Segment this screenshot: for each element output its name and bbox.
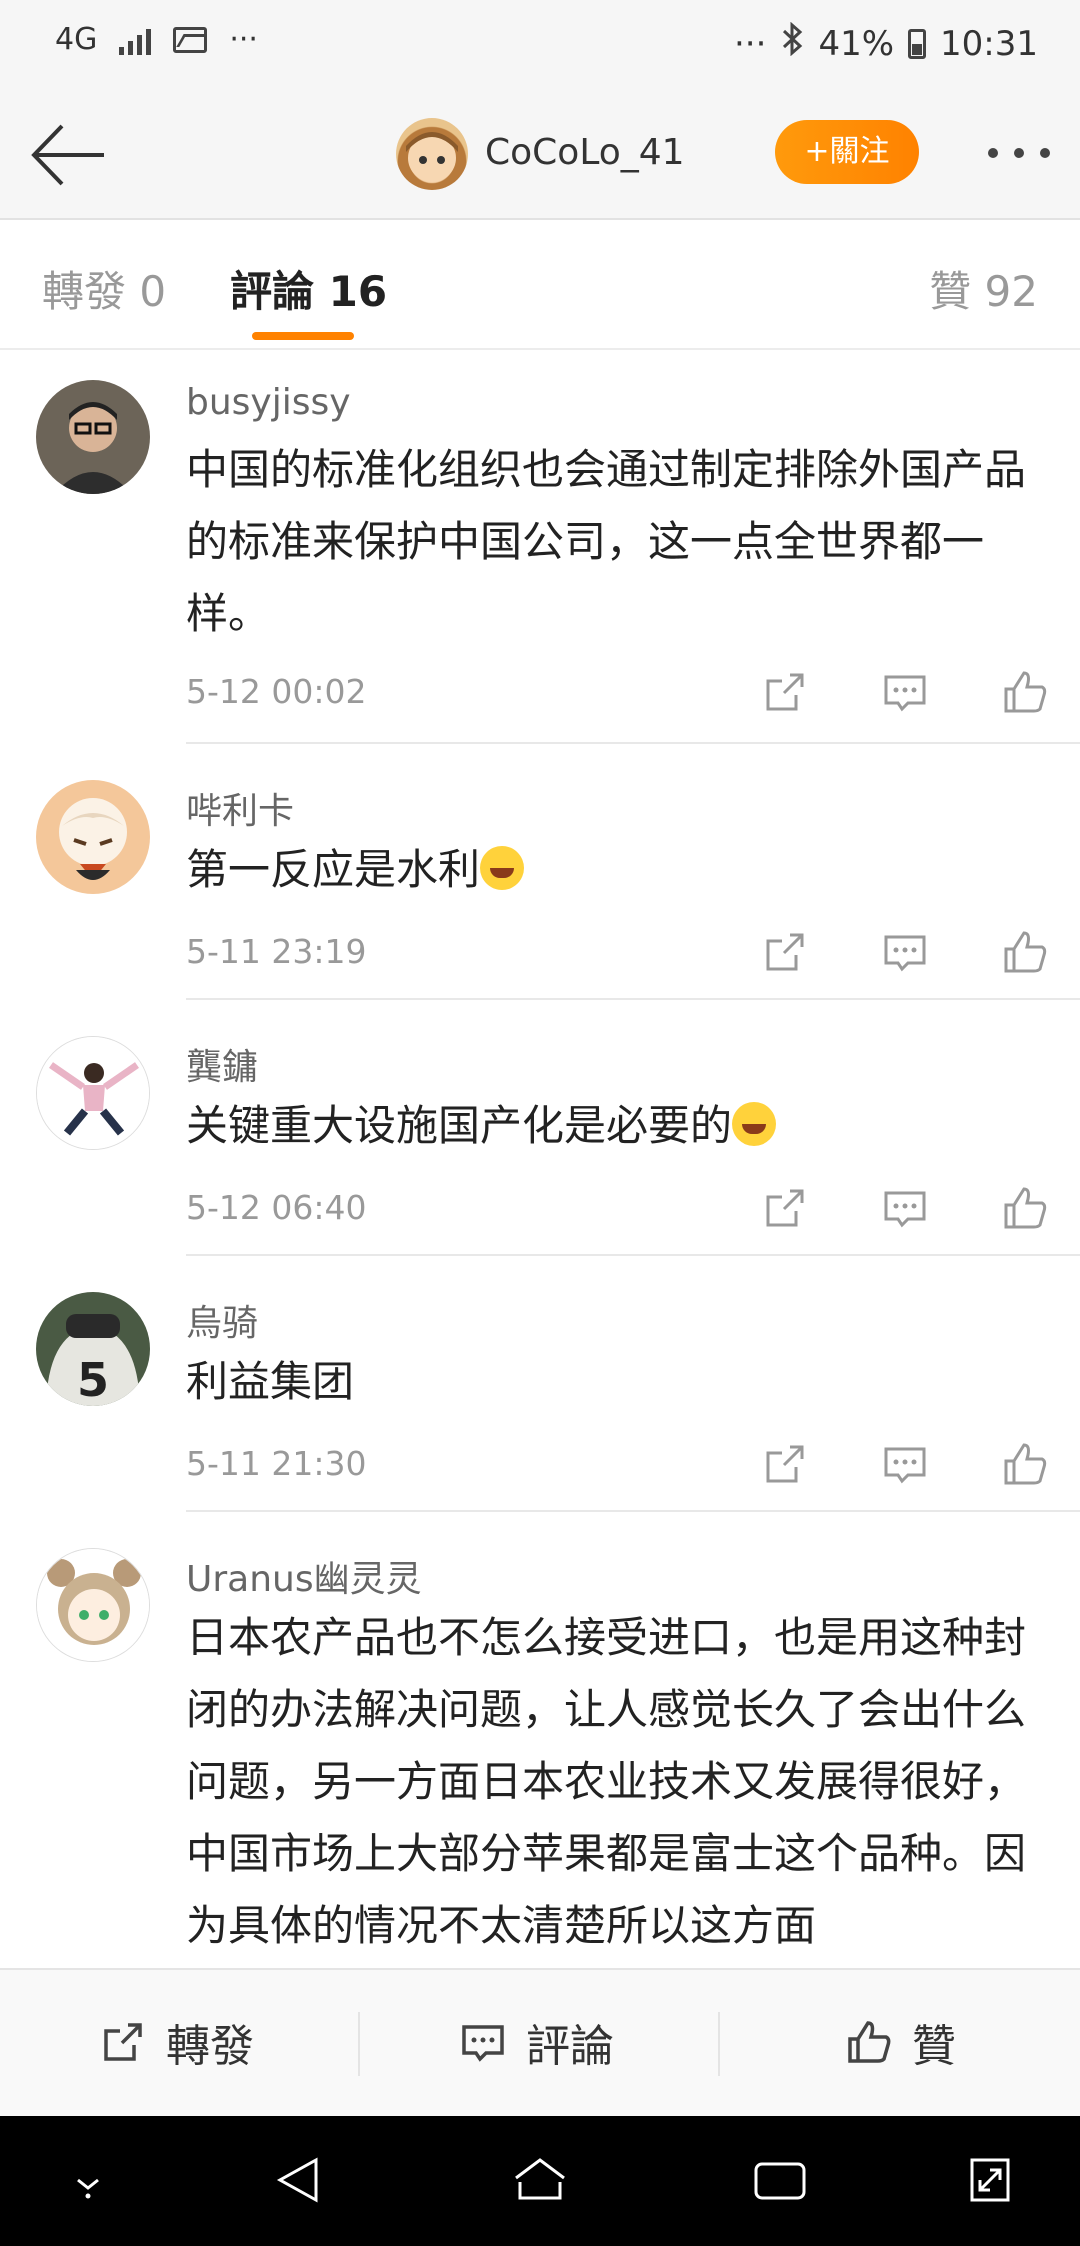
reply-icon[interactable] bbox=[880, 1183, 930, 1233]
top-nav: CoCoLo_41 +關注 bbox=[0, 92, 1080, 220]
status-extra: ··· bbox=[734, 23, 767, 64]
follow-button[interactable]: +關注 bbox=[775, 120, 919, 184]
user-avatar[interactable] bbox=[396, 118, 468, 190]
tab-comments[interactable]: 評論 16 bbox=[230, 258, 387, 319]
comment-time: 5-11 21:30 bbox=[186, 1444, 367, 1483]
more-options-icon[interactable] bbox=[988, 148, 1050, 158]
laughing-crying-emoji-icon bbox=[480, 846, 525, 890]
like-label: 贊 bbox=[912, 2021, 956, 2072]
tab-active-indicator bbox=[252, 332, 354, 340]
comment-actions bbox=[760, 1182, 1050, 1234]
header-username[interactable]: CoCoLo_41 bbox=[485, 132, 685, 173]
comment-text-row: 第一反应是水利 bbox=[186, 834, 1056, 906]
like-button[interactable]: 贊 bbox=[844, 2010, 956, 2074]
laughing-emoji-icon bbox=[732, 1102, 777, 1146]
home-nav-icon[interactable] bbox=[510, 2152, 570, 2208]
battery-icon bbox=[908, 28, 927, 59]
status-more: ··· bbox=[229, 22, 258, 57]
system-nav-bar bbox=[0, 2116, 1080, 2246]
like-icon[interactable] bbox=[1000, 927, 1050, 977]
share-icon[interactable] bbox=[760, 1183, 810, 1233]
network-indicator: 4G bbox=[55, 22, 98, 57]
comment-text: 利益集团 bbox=[186, 1357, 355, 1406]
commenter-avatar[interactable] bbox=[36, 1036, 150, 1150]
comment-button[interactable]: 評論 bbox=[458, 2010, 614, 2074]
bluetooth-icon bbox=[780, 21, 804, 65]
share-icon[interactable] bbox=[760, 1439, 810, 1489]
like-icon[interactable] bbox=[1000, 1183, 1050, 1233]
commenter-name[interactable]: 哔利卡 bbox=[186, 782, 294, 834]
comment-text: 第一反应是水利 bbox=[186, 845, 481, 894]
comment-time: 5-12 06:40 bbox=[186, 1188, 367, 1227]
rotate-screen-icon[interactable] bbox=[962, 2152, 1018, 2208]
comment-actions bbox=[760, 926, 1050, 978]
signal-icon bbox=[119, 25, 152, 55]
comment-text: 关键重大设施国产化是必要的 bbox=[186, 1101, 733, 1150]
comment-actions bbox=[760, 1438, 1050, 1490]
like-icon[interactable] bbox=[1000, 667, 1050, 717]
divider bbox=[186, 998, 1080, 1000]
comment-label: 評論 bbox=[526, 2021, 614, 2072]
divider bbox=[186, 742, 1080, 744]
repost-button[interactable]: 轉發 bbox=[98, 2010, 254, 2074]
thumbs-up-icon bbox=[848, 2021, 891, 2063]
back-arrow-icon[interactable] bbox=[28, 120, 108, 190]
gallery-notification-icon bbox=[173, 26, 208, 53]
comment-text-row: 关键重大设施国产化是必要的 bbox=[186, 1090, 1056, 1162]
clock: 10:31 bbox=[940, 23, 1038, 64]
commenter-name[interactable]: Uranus幽灵灵 bbox=[186, 1550, 422, 1602]
hide-keyboard-icon[interactable] bbox=[60, 2152, 116, 2208]
like-icon[interactable] bbox=[1000, 1439, 1050, 1489]
comment-time: 5-11 23:19 bbox=[186, 932, 367, 971]
commenter-name[interactable]: busyjissy bbox=[186, 382, 351, 423]
svg-text:5: 5 bbox=[77, 1353, 109, 1406]
comment-icon bbox=[462, 2025, 504, 2062]
back-nav-icon[interactable] bbox=[272, 2152, 328, 2208]
commenter-avatar[interactable]: 5 bbox=[36, 1292, 150, 1406]
commenter-avatar[interactable] bbox=[36, 380, 150, 494]
comment-item: Uranus幽灵灵 日本农产品也不怎么接受进口，也是用这种封闭的办法解决问题，让… bbox=[0, 1514, 1080, 1968]
repost-label: 轉發 bbox=[166, 2021, 254, 2072]
share-icon bbox=[104, 2023, 142, 2061]
share-icon[interactable] bbox=[760, 927, 810, 977]
divider bbox=[718, 2012, 720, 2076]
tab-likes[interactable]: 贊 92 bbox=[929, 258, 1038, 319]
share-icon[interactable] bbox=[760, 667, 810, 717]
commenter-name[interactable]: 龔鏞 bbox=[186, 1038, 258, 1090]
tab-repost[interactable]: 轉發 0 bbox=[42, 258, 166, 319]
commenter-name[interactable]: 烏骑 bbox=[186, 1294, 258, 1346]
battery-percent: 41% bbox=[818, 23, 895, 64]
reply-icon[interactable] bbox=[880, 667, 930, 717]
status-bar: 4G ··· ··· 41% 10:31 bbox=[0, 0, 1080, 92]
comment-text: 日本农产品也不怎么接受进口，也是用这种封闭的办法解决问题，让人感觉长久了会出什么… bbox=[186, 1613, 1027, 1950]
bottom-action-bar: 轉發 評論 贊 bbox=[0, 1968, 1080, 2116]
commenter-avatar[interactable] bbox=[36, 1548, 150, 1662]
divider bbox=[186, 1510, 1080, 1512]
comment-actions bbox=[760, 666, 1050, 718]
divider bbox=[358, 2012, 360, 2076]
reply-icon[interactable] bbox=[880, 1439, 930, 1489]
reply-icon[interactable] bbox=[880, 927, 930, 977]
comment-text: 中国的标准化组织也会通过制定排除外国产品的标准来保护中国公司，这一点全世界都一样… bbox=[186, 445, 1027, 638]
recents-nav-icon[interactable] bbox=[752, 2152, 808, 2208]
comment-time: 5-12 00:02 bbox=[186, 672, 367, 711]
commenter-avatar[interactable] bbox=[36, 780, 150, 894]
divider bbox=[186, 1254, 1080, 1256]
detail-tabs: 轉發 0 評論 16 贊 92 bbox=[0, 222, 1080, 350]
